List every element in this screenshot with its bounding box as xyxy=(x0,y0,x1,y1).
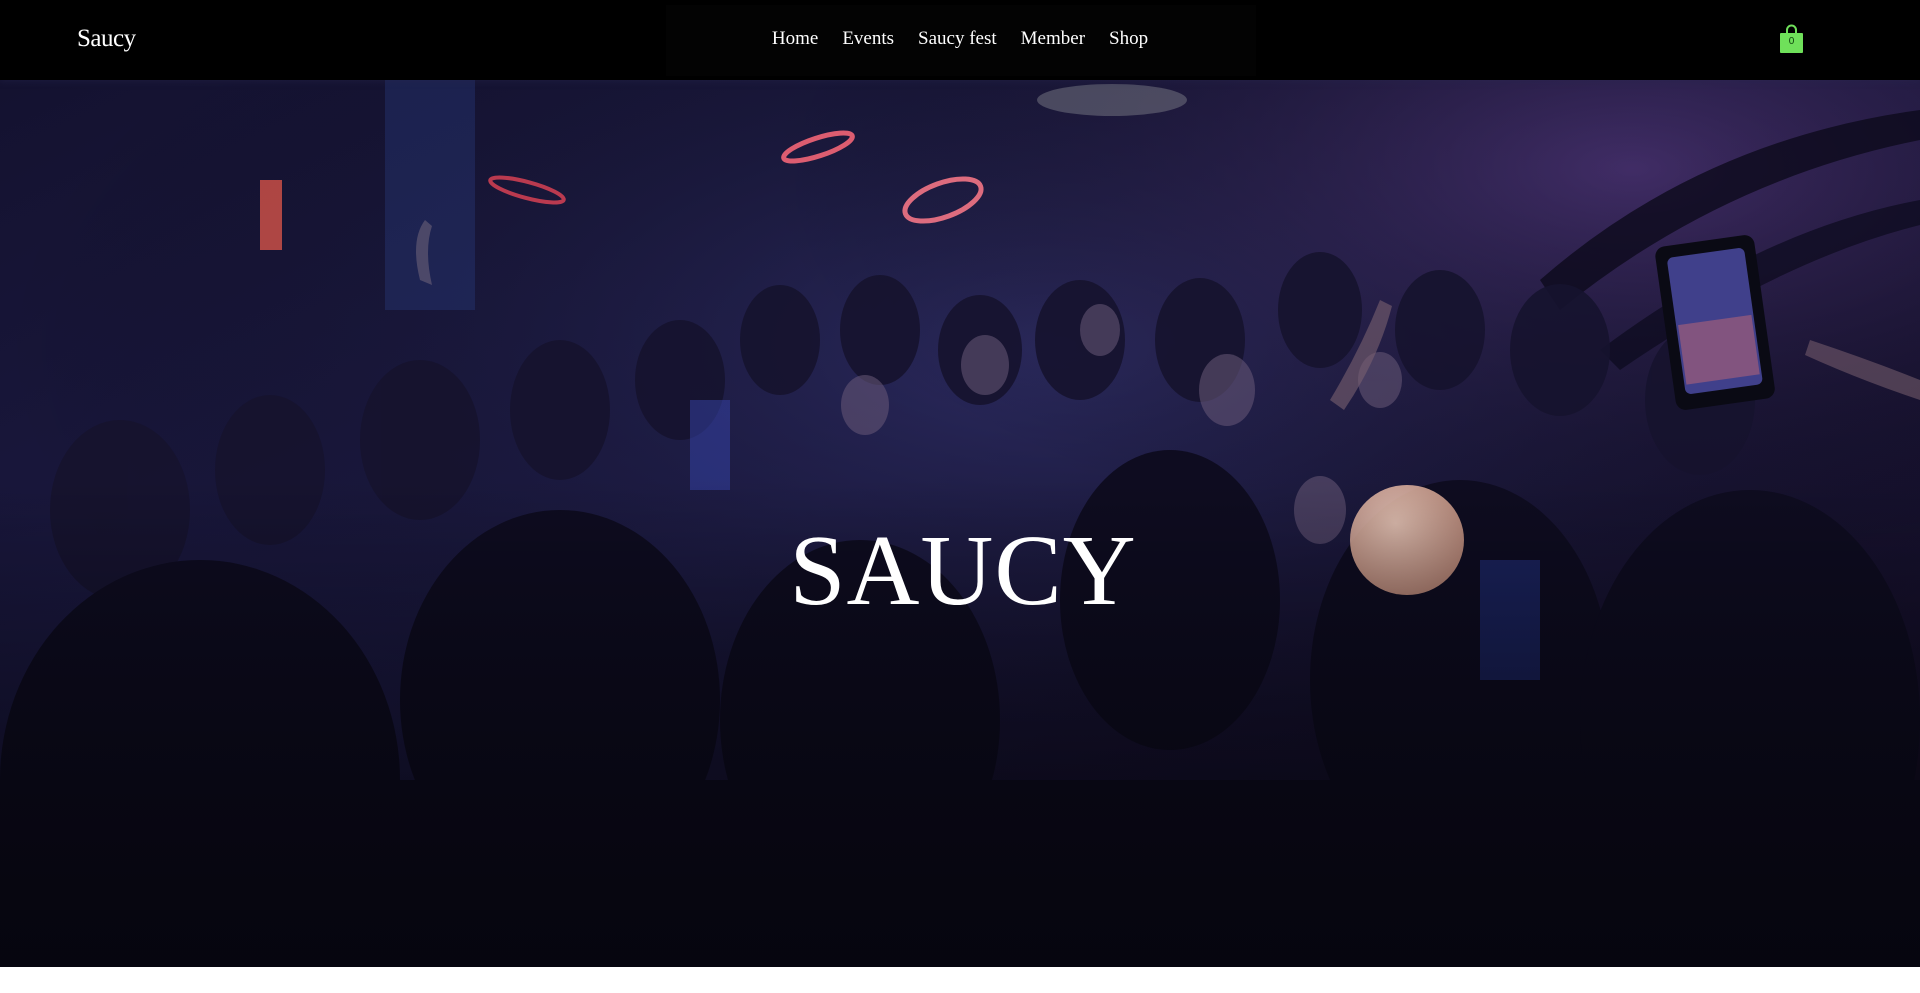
nav-item-events[interactable]: Events xyxy=(830,27,906,51)
nav-item-member[interactable]: Member xyxy=(1009,27,1097,51)
hero-section: SAUCY xyxy=(0,80,1920,967)
nav-item-shop[interactable]: Shop xyxy=(1097,27,1160,51)
cart-count: 0 xyxy=(1788,36,1795,47)
page: Saucy Home Events Saucy fest Member Shop… xyxy=(0,0,1920,993)
bottom-strip xyxy=(0,967,1920,993)
site-header: Saucy Home Events Saucy fest Member Shop… xyxy=(0,0,1920,80)
nav-item-home[interactable]: Home xyxy=(760,27,830,51)
main-nav: Home Events Saucy fest Member Shop xyxy=(0,0,1920,80)
hero-title: SAUCY xyxy=(789,514,1137,626)
nav-item-saucy-fest[interactable]: Saucy fest xyxy=(906,27,1009,51)
cart-button[interactable]: 0 xyxy=(1779,24,1804,54)
